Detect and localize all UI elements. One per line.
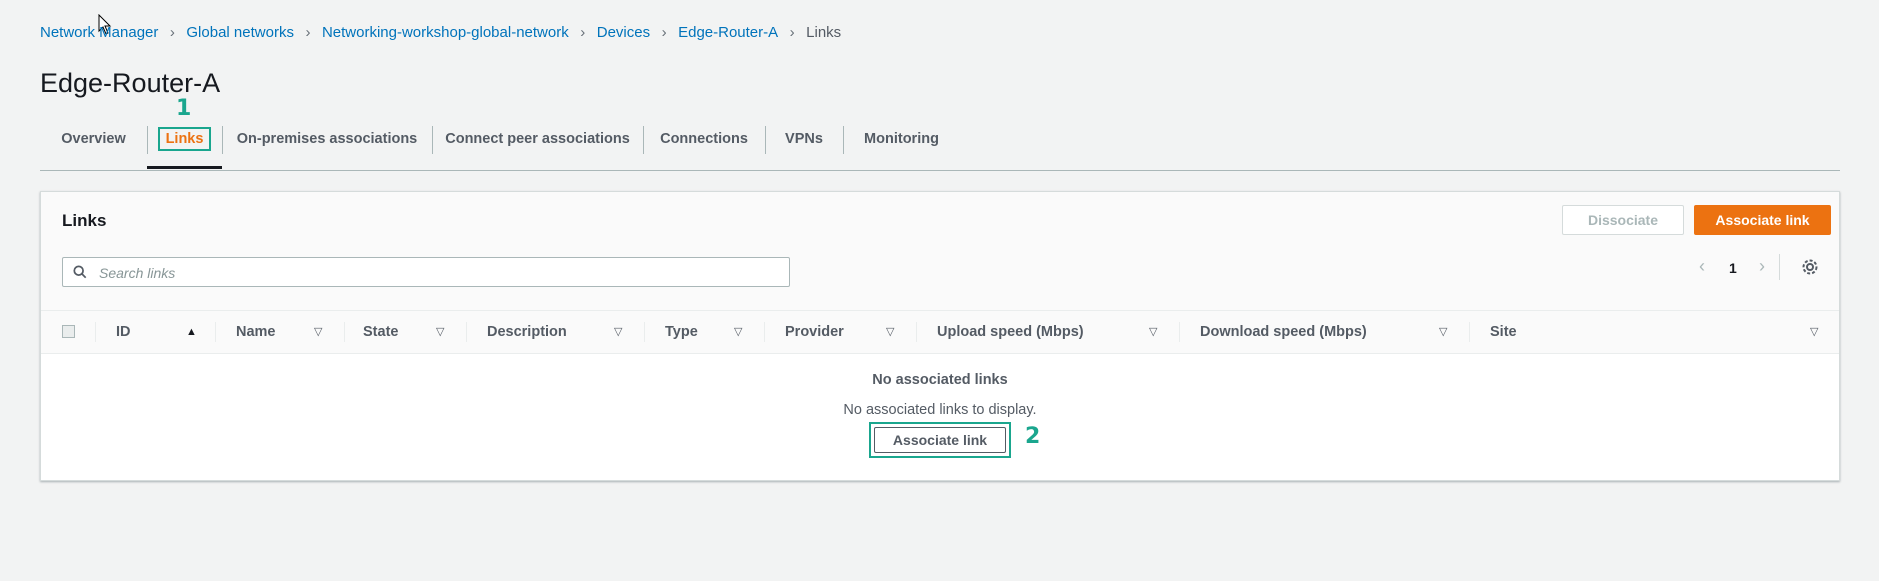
sort-icon[interactable]: ▽ xyxy=(886,311,894,353)
tab-on-premises-associations[interactable]: On-premises associations xyxy=(222,122,432,169)
page-title: Edge-Router-A xyxy=(40,68,221,98)
tab-bar: Overview Links On-premises associations … xyxy=(40,122,1840,171)
gear-icon[interactable] xyxy=(1801,258,1819,276)
sort-icon[interactable]: ▽ xyxy=(734,311,742,353)
column-header-state[interactable]: State xyxy=(363,311,398,353)
tab-connections[interactable]: Connections xyxy=(643,122,765,169)
column-divider xyxy=(1469,322,1470,342)
empty-state-associate-link-button[interactable]: Associate link xyxy=(874,427,1006,453)
callout-number-2: 2 xyxy=(1025,424,1041,449)
prev-page-icon[interactable]: ‹ xyxy=(1699,256,1705,277)
breadcrumb-devices[interactable]: Devices xyxy=(597,24,650,41)
column-header-id[interactable]: ID xyxy=(116,311,131,353)
sort-icon[interactable]: ▽ xyxy=(314,311,322,353)
column-header-name[interactable]: Name xyxy=(236,311,276,353)
pager-divider xyxy=(1779,254,1780,280)
chevron-right-icon: › xyxy=(169,24,175,41)
column-divider xyxy=(344,322,345,342)
empty-state-description: No associated links to display. xyxy=(843,402,1037,418)
column-divider xyxy=(916,322,917,342)
column-header-provider[interactable]: Provider xyxy=(785,311,844,353)
tab-links[interactable]: Links xyxy=(147,122,222,169)
sort-icon[interactable]: ▽ xyxy=(614,311,622,353)
breadcrumb-device[interactable]: Edge-Router-A xyxy=(678,24,778,41)
breadcrumb-global-networks[interactable]: Global networks xyxy=(186,24,294,41)
column-divider xyxy=(764,322,765,342)
column-divider xyxy=(466,322,467,342)
column-divider xyxy=(1179,322,1180,342)
chevron-right-icon: › xyxy=(305,24,311,41)
chevron-right-icon: › xyxy=(661,24,667,41)
column-divider xyxy=(644,322,645,342)
tab-vpns[interactable]: VPNs xyxy=(765,122,843,169)
sort-icon[interactable]: ▽ xyxy=(436,311,444,353)
links-panel: Links Dissociate Associate link ‹ 1 › ID… xyxy=(40,191,1840,481)
tab-connect-peer-associations[interactable]: Connect peer associations xyxy=(432,122,643,169)
column-divider xyxy=(95,322,96,342)
callout-number-1: 1 xyxy=(176,96,192,121)
panel-title: Links xyxy=(62,211,107,230)
search-input[interactable] xyxy=(97,262,781,284)
breadcrumb: Network Manager › Global networks › Netw… xyxy=(40,24,841,41)
chevron-right-icon: › xyxy=(789,24,795,41)
next-page-icon[interactable]: › xyxy=(1759,256,1765,277)
column-header-upload-speed[interactable]: Upload speed (Mbps) xyxy=(937,311,1084,353)
page-number[interactable]: 1 xyxy=(1729,260,1737,276)
sort-icon[interactable]: ▽ xyxy=(1149,311,1157,353)
highlight-box: Associate link xyxy=(869,422,1011,458)
breadcrumb-network-manager[interactable]: Network Manager xyxy=(40,24,158,41)
tab-overview[interactable]: Overview xyxy=(40,122,147,169)
empty-state-title: No associated links xyxy=(872,372,1008,388)
column-header-site[interactable]: Site xyxy=(1490,311,1517,353)
tab-monitoring[interactable]: Monitoring xyxy=(843,122,960,169)
search-box xyxy=(62,257,790,287)
select-all-checkbox[interactable] xyxy=(62,325,75,338)
chevron-right-icon: › xyxy=(580,24,586,41)
sort-icon[interactable]: ▽ xyxy=(1810,311,1818,353)
breadcrumb-current: Links xyxy=(806,24,842,41)
associate-link-button[interactable]: Associate link xyxy=(1694,205,1831,235)
table-header: ID ▲ Name ▽ State ▽ Description ▽ Type ▽… xyxy=(41,310,1839,354)
column-header-type[interactable]: Type xyxy=(665,311,698,353)
sort-ascending-icon[interactable]: ▲ xyxy=(186,311,197,353)
breadcrumb-global-network[interactable]: Networking-workshop-global-network xyxy=(322,24,569,41)
search-icon xyxy=(73,265,87,279)
column-divider xyxy=(215,322,216,342)
dissociate-button[interactable]: Dissociate xyxy=(1562,205,1684,235)
sort-icon[interactable]: ▽ xyxy=(1439,311,1447,353)
column-header-description[interactable]: Description xyxy=(487,311,567,353)
tab-links-label: Links xyxy=(157,127,212,151)
column-header-download-speed[interactable]: Download speed (Mbps) xyxy=(1200,311,1367,353)
